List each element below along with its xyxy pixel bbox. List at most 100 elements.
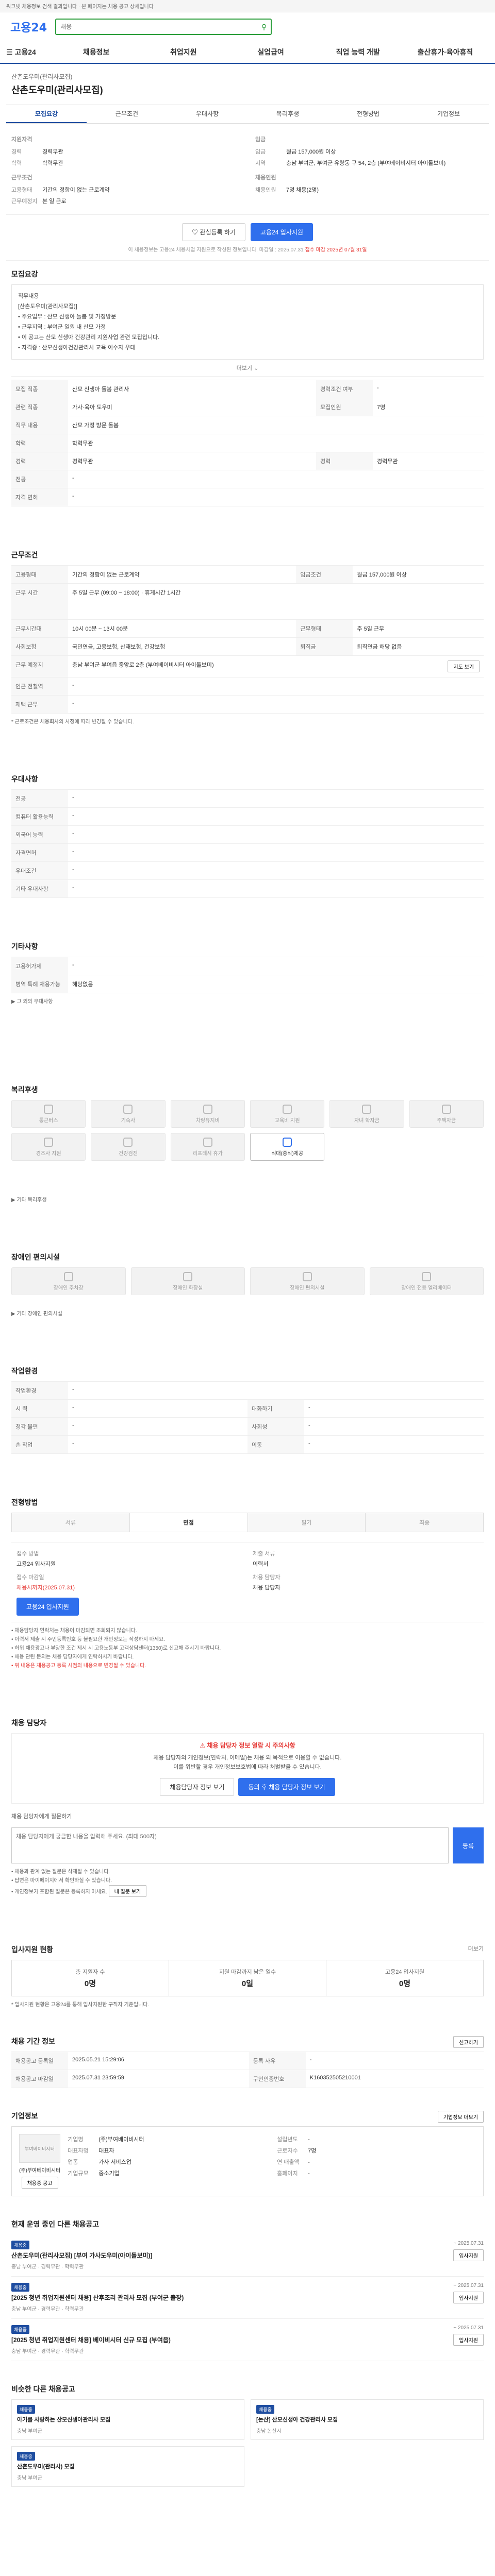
nav-item[interactable]: 취업지원 — [140, 47, 227, 57]
table-row: 근무 시간 주 5일 근무 (09:00 ~ 18:00) · 휴게시간 1시간 — [11, 583, 484, 620]
deadline-notice: 이 채용정보는 고용24 채용사업 지원으로 작성된 정보입니다. 마감일 : … — [6, 245, 489, 261]
menu-icon[interactable]: ☰ 고용24 — [6, 47, 53, 57]
recruit-line: 직무내용 — [18, 293, 39, 299]
job-card-meta: 충남 부여군 · 경력무관 · 학력무관 — [11, 2307, 84, 2312]
welfare-icon — [203, 1137, 212, 1147]
company-jobs-button[interactable]: 채용중 공고 — [21, 2177, 58, 2189]
map-button[interactable]: 지도 보기 — [448, 660, 480, 672]
job-card-body: 채용중 산촌도우미(관리사모집) [부여 가사도우미(아이돌보미)] 충남 부여군 … — [11, 2241, 417, 2270]
job-card[interactable]: 채용중 산촌도우미(관리사모집) [부여 가사도우미(아이돌보미)] 충남 부여군 … — [11, 2234, 484, 2277]
my-question-button[interactable]: 내 질문 보기 — [108, 1885, 147, 1897]
welfare-chip: 주택자금 — [409, 1100, 484, 1128]
nav-item[interactable]: 채용정보 — [53, 47, 140, 57]
welfare-icon — [123, 1137, 133, 1147]
recruit-line: • 근무지역 : 부여군 일원 내 산모 가정 — [18, 324, 106, 330]
qa-heading: 채용 담당자에게 질문하기 — [11, 1814, 72, 1820]
similar-job-card[interactable]: 채용중 [논산] 산모신생아 건강관리사 모집 충남 논산시 — [251, 2399, 484, 2440]
status-badge: 채용중 — [11, 2283, 29, 2292]
kv-value: 월급 157,000원 이상 — [286, 149, 336, 155]
table-row: 고용형태 기간의 정함이 없는 근로계약 임금조건 월급 157,000원 이상 — [11, 565, 484, 584]
detail-tabs: 모집요강 근무조건 우대사항 복리후생 전형방법 기업정보 — [6, 105, 489, 124]
contact-section: 채용 담당자 ⚠ 채용 담당자 정보 열람 시 주의사항 채용 담당자의 개인정… — [6, 1709, 489, 1905]
contact-warning: ⚠ 채용 담당자 정보 열람 시 주의사항 채용 담당자의 개인정보(연락처, … — [11, 1733, 484, 1804]
table-row: 근무시간대 10시 00분 ~ 13시 00분 근무형태 주 5일 근무 — [11, 619, 484, 638]
preferred-section: 우대사항 전공 - 컴퓨터 활용능력 - 외국어 능력 - 자격면허 - 우대조건 - 기… — [6, 766, 489, 902]
table-row: 자격면허 - — [11, 843, 484, 862]
welfare-icon — [283, 1104, 292, 1114]
tab-conditions[interactable]: 근무조건 — [87, 105, 167, 123]
tab-welfare[interactable]: 복리후생 — [248, 105, 328, 123]
welfare-icon — [362, 1104, 372, 1114]
table-row: 학력 학력무관 — [11, 434, 484, 452]
tab-recruit[interactable]: 모집요강 — [6, 105, 87, 123]
job-card-title[interactable]: 산촌도우미(관리사모집) [부여 가사도우미(아이돌보미)] — [11, 2251, 417, 2260]
qa-textarea[interactable] — [11, 1827, 449, 1863]
job-card[interactable]: 채용중 [2025 청년 취업지원센터 채용] 베이비시터 신규 모집 (부여읍)… — [11, 2319, 484, 2361]
section-title: 우대사항 — [11, 775, 38, 783]
company-logo-wrap: 부여베이비시터 (주)부여베이비시터 채용중 공고 — [19, 2134, 60, 2189]
company-name[interactable]: 산촌도우미(관리사모집) — [11, 72, 484, 81]
apply-button[interactable]: 고용24 입사지원 — [251, 223, 313, 241]
welfare-chip: 건강검진 — [91, 1133, 166, 1161]
section-title: 전형방법 — [11, 1498, 38, 1506]
job-card-body: 채용중 [2025 청년 취업지원센터 채용] 산후조리 관리사 모집 (부여군 … — [11, 2283, 417, 2312]
view-contact-button[interactable]: 채용담당자 정보 보기 — [160, 1778, 235, 1796]
welfare-chip-label: 경조사 지원 — [36, 1150, 61, 1157]
welfare-chip: 리프레시 휴가 — [170, 1133, 245, 1161]
summary-right: 임금 임금 월급 157,000원 이상 지역 충남 부여군, 부여군 유량동 구 … — [255, 131, 484, 207]
qa-submit-button[interactable]: 등록 — [453, 1827, 484, 1863]
similar-job-meta: 충남 부여군 — [17, 2476, 42, 2481]
job-card-apply-button[interactable]: 입사지원 — [453, 2292, 484, 2303]
company-more-button[interactable]: 기업정보 더보기 — [437, 2111, 484, 2123]
disability-note: ▶ 기타 장애인 편의시설 — [11, 1311, 62, 1317]
stats-more-link[interactable]: 더보기 — [468, 1944, 484, 1953]
welfare-chip-label: 주택자금 — [437, 1117, 456, 1124]
kv-key: 경력 — [11, 149, 22, 155]
section-title: 현재 운영 중인 다른 채용공고 — [11, 2220, 100, 2228]
similar-job-card[interactable]: 채용중 산촌도우미(관리사) 모집 충남 부여군 — [11, 2446, 244, 2487]
kv-key: 고용형태 — [11, 187, 32, 193]
stat-item: 지원 마감까지 남은 일수 0일 — [169, 1960, 326, 1996]
similar-job-title[interactable]: [논산] 산모신생아 건강관리사 모집 — [256, 2416, 478, 2425]
scrap-button[interactable]: ♡ 관심등록 하기 — [182, 223, 245, 241]
search-input[interactable] — [60, 23, 258, 30]
job-card[interactable]: 채용중 [2025 청년 취업지원센터 채용] 산후조리 관리사 모집 (부여군 … — [11, 2277, 484, 2319]
report-button[interactable]: 신고하기 — [453, 2036, 484, 2048]
workenv-section: 작업환경 작업환경 - 시 력 - 대화하기 - 청각 불편 - 사회성 - 손 작업 - 이동 - — [6, 1358, 489, 1458]
apply-box: 접수 방법 고용24 입사지원 접수 마감일 채용시까지(2025.07.31)… — [11, 1543, 484, 1622]
apply-col-right: 제출 서류 이력서 채용 담당자 채용 담당자 — [253, 1551, 280, 1591]
similar-job-title[interactable]: 아기를 사랑하는 산모신생아관리사 모집 — [17, 2416, 239, 2425]
tab-preferred[interactable]: 우대사항 — [167, 105, 248, 123]
job-card-title[interactable]: [2025 청년 취업지원센터 채용] 산후조리 관리사 모집 (부여군 출장) — [11, 2294, 417, 2302]
qa-box: 등록 — [11, 1827, 484, 1863]
top-notice-bar: 워크넷 채용정보 검색 결과입니다 · 본 페이지는 채용 공고 상세입니다 — [0, 0, 495, 12]
table-row: 직무 내용 산모 가정 방문 돌봄 — [11, 416, 484, 434]
search-icon[interactable]: ⚲ — [261, 23, 267, 31]
section-title: 근무조건 — [11, 551, 38, 559]
site-logo[interactable]: 고용24 — [10, 19, 47, 35]
apply-button-2[interactable]: 고용24 입사지원 — [16, 1598, 79, 1616]
elevator-icon — [422, 1272, 432, 1281]
table-row: 사회보험 국민연금, 고용보험, 산재보험, 건강보험 퇴직금 퇴직연금 해당 없음 — [11, 637, 484, 656]
more-button[interactable]: 더보기 ⌄ — [11, 360, 484, 377]
company-logo: 부여베이비시터 — [19, 2134, 60, 2163]
job-card-apply-button[interactable]: 입사지원 — [453, 2334, 484, 2346]
similar-job-title[interactable]: 산촌도우미(관리사) 모집 — [17, 2463, 239, 2471]
welfare-chip-label: 통근버스 — [39, 1117, 58, 1124]
nav-item[interactable]: 실업급여 — [227, 47, 314, 57]
kv-value: 경력무관 — [42, 149, 63, 155]
table-row: 청각 불편 - 사회성 - — [11, 1417, 484, 1436]
job-card-title[interactable]: [2025 청년 취업지원센터 채용] 베이비시터 신규 모집 (부여읍) — [11, 2336, 417, 2345]
job-card-apply-button[interactable]: 입사지원 — [453, 2249, 484, 2261]
nav-item[interactable]: 출산휴가·육아휴직 — [402, 47, 489, 57]
similar-job-card[interactable]: 채용중 아기를 사랑하는 산모신생아관리사 모집 충남 부여군 — [11, 2399, 244, 2440]
group-title: 임금 — [255, 137, 266, 143]
table-row: 시 력 - 대화하기 - — [11, 1399, 484, 1418]
tab-screening[interactable]: 전형방법 — [328, 105, 408, 123]
screening-step: 면접 — [129, 1513, 248, 1532]
agree-contact-button[interactable]: 동의 후 채용 담당자 정보 보기 — [238, 1778, 335, 1796]
summary-left: 지원자격 경력 경력무관 학력 학력무관 근무조건 고용형태 기간의 정함이 없는 근… — [11, 131, 240, 207]
group-title: 채용인원 — [255, 175, 276, 181]
nav-item[interactable]: 직업 능력 개발 — [315, 47, 402, 57]
tab-company[interactable]: 기업정보 — [408, 105, 489, 123]
